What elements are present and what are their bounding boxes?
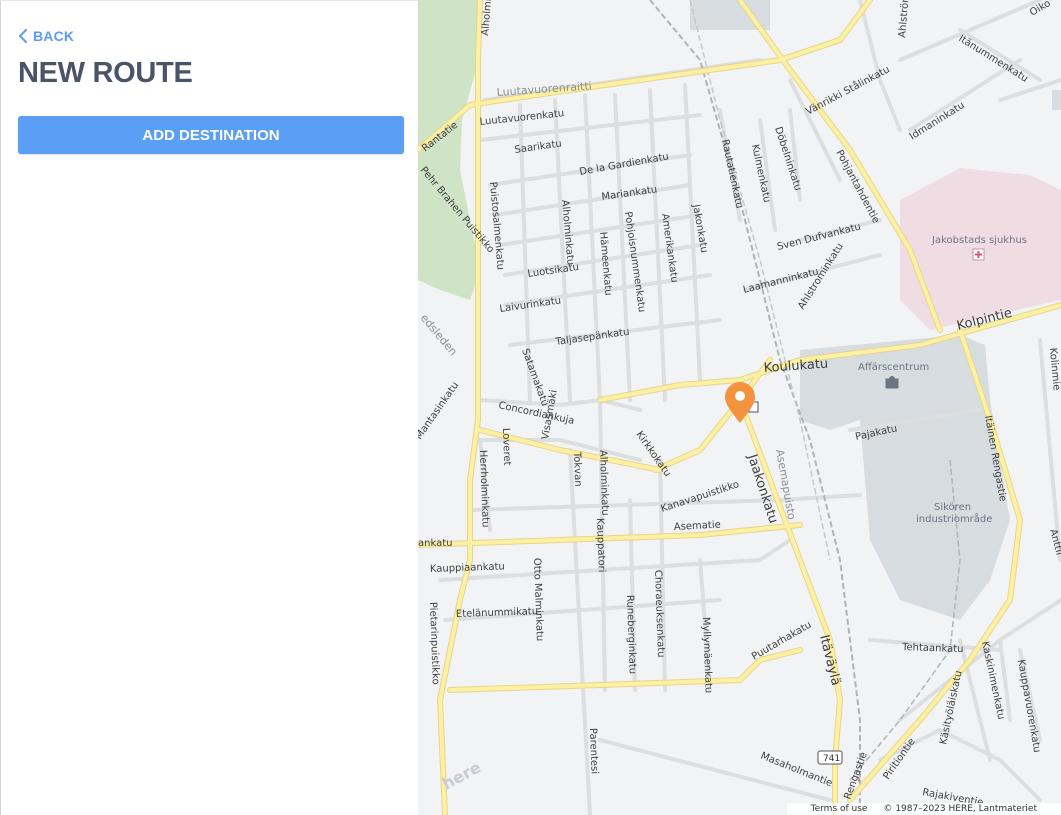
page-title: NEW ROUTE (18, 57, 193, 89)
street-label: Alholminkatu (597, 450, 610, 516)
back-link[interactable]: BACK (18, 28, 74, 44)
street-label: Puistosalmenkatu (487, 181, 506, 270)
back-label: BACK (33, 28, 75, 44)
hospital-label: Jakobstads sjukhus (931, 235, 1027, 246)
route-sidebar: BACK NEW ROUTE ADD DESTINATION (0, 0, 418, 815)
street-label: Pietarinpuistikko (427, 602, 441, 685)
street-label: Kauppiaankatu (430, 561, 505, 575)
map-watermark: here (439, 757, 484, 793)
street-label: Sven Dufvankatu (776, 221, 862, 252)
street-label: Parentesi (587, 728, 600, 775)
street-label: Vänrikki Stålinkatu (803, 62, 891, 117)
street-label: Satamakatu (519, 347, 550, 408)
terms-of-use-link[interactable]: Terms of use (811, 804, 868, 814)
street-label: Otto Malminkatu (531, 558, 545, 642)
route-shield-number: 741 (823, 754, 840, 764)
street-label: Döbelninkatu (772, 126, 803, 193)
street-label: Kauppavuorenkatu (1015, 659, 1042, 754)
street-label: Kolinmie (1047, 347, 1061, 391)
street-label: Tehtaankatu (901, 642, 964, 655)
street-label: Choraeuksenkatu (652, 570, 666, 658)
street-label: Tokvan (571, 451, 583, 487)
street-label: Rautatienkatu (719, 138, 744, 209)
street-label: Hämeenkatu (597, 231, 614, 296)
street-label: Luotsikatu (527, 262, 580, 280)
route-shield: 741 (817, 750, 843, 765)
street-label: Idmaninkatu (908, 100, 967, 143)
street-label: Kauppatori (594, 518, 607, 573)
shopping-center-label: Affärscentrum (858, 362, 929, 373)
street-label: Kanavapuistikko (660, 479, 741, 515)
industrial-area-label-2: industriområde (916, 512, 992, 525)
copyright-text: © 1987–2023 HERE, Lantmateriet (883, 804, 1037, 814)
chevron-left-icon (19, 29, 27, 43)
street-label: ankatu (418, 538, 452, 549)
industrial-area-right (1052, 90, 1061, 110)
street-label: Itäväylä (816, 633, 843, 687)
street-label: Runeberginkatu (624, 595, 638, 675)
street-label: Mantasinkatu (418, 380, 461, 442)
map-view[interactable]: Luutavuorenraitti Luutavuorenkatu Rantat… (418, 0, 1061, 815)
map-attribution: Terms of use © 1987–2023 HERE, Lantmater… (786, 803, 1061, 815)
industrial-area-label: Sikören (934, 502, 971, 513)
street-label: Etelänummikatu (456, 606, 539, 620)
map-canvas[interactable]: Luutavuorenraitti Luutavuorenkatu Rantat… (418, 0, 1061, 815)
add-destination-button[interactable]: ADD DESTINATION (18, 116, 404, 154)
street-label: edsleden (418, 312, 460, 359)
street-label: Anttil (1047, 528, 1061, 557)
street-label: Alholmi (480, 0, 494, 36)
street-label: Mariankatu (601, 184, 658, 203)
street-label: Herrholminkatu (477, 450, 491, 528)
street-label: Ahlström (897, 0, 912, 38)
street-label: Loveret (500, 428, 512, 466)
street-label: Laivurinkatu (499, 295, 562, 315)
